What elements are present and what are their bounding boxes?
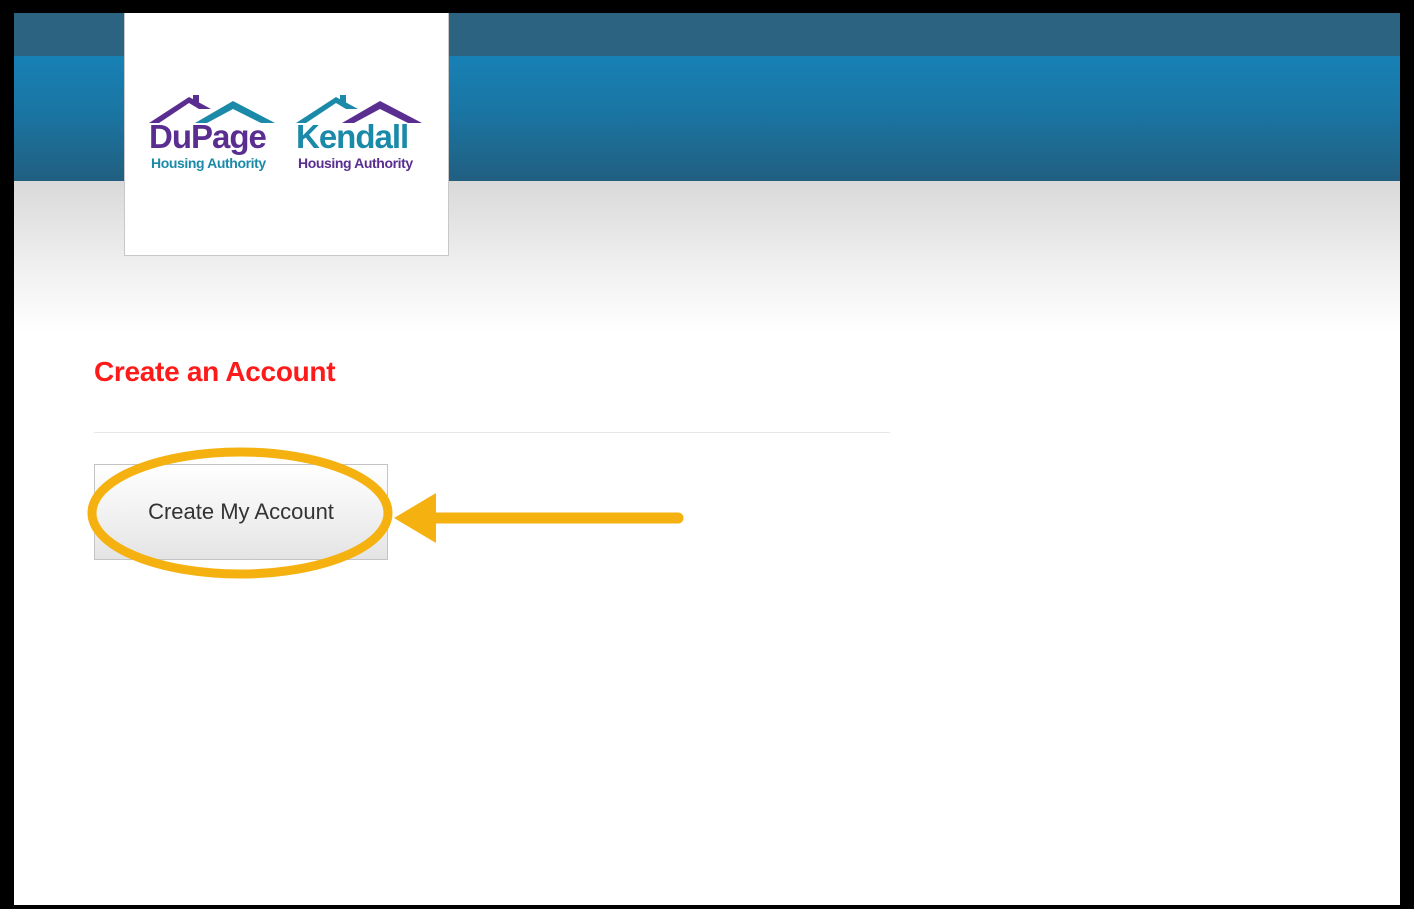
page-title: Create an Account [94, 356, 336, 387]
dupage-logo-name: DuPage [149, 118, 267, 155]
kendall-logo-name: Kendall [296, 118, 409, 155]
kendall-logo-subtitle: Housing Authority [298, 155, 413, 171]
kendall-logo: Kendall Housing Authority [296, 93, 436, 183]
dupage-logo-subtitle: Housing Authority [151, 155, 266, 171]
page-frame: DuPage Housing Authority Kendall Housing… [14, 13, 1400, 905]
dupage-logo: DuPage Housing Authority [149, 93, 289, 183]
create-my-account-button[interactable]: Create My Account [94, 464, 388, 560]
title-divider [94, 432, 890, 433]
arrow-left-icon [394, 493, 436, 543]
logo-panel[interactable]: DuPage Housing Authority Kendall Housing… [124, 13, 449, 256]
